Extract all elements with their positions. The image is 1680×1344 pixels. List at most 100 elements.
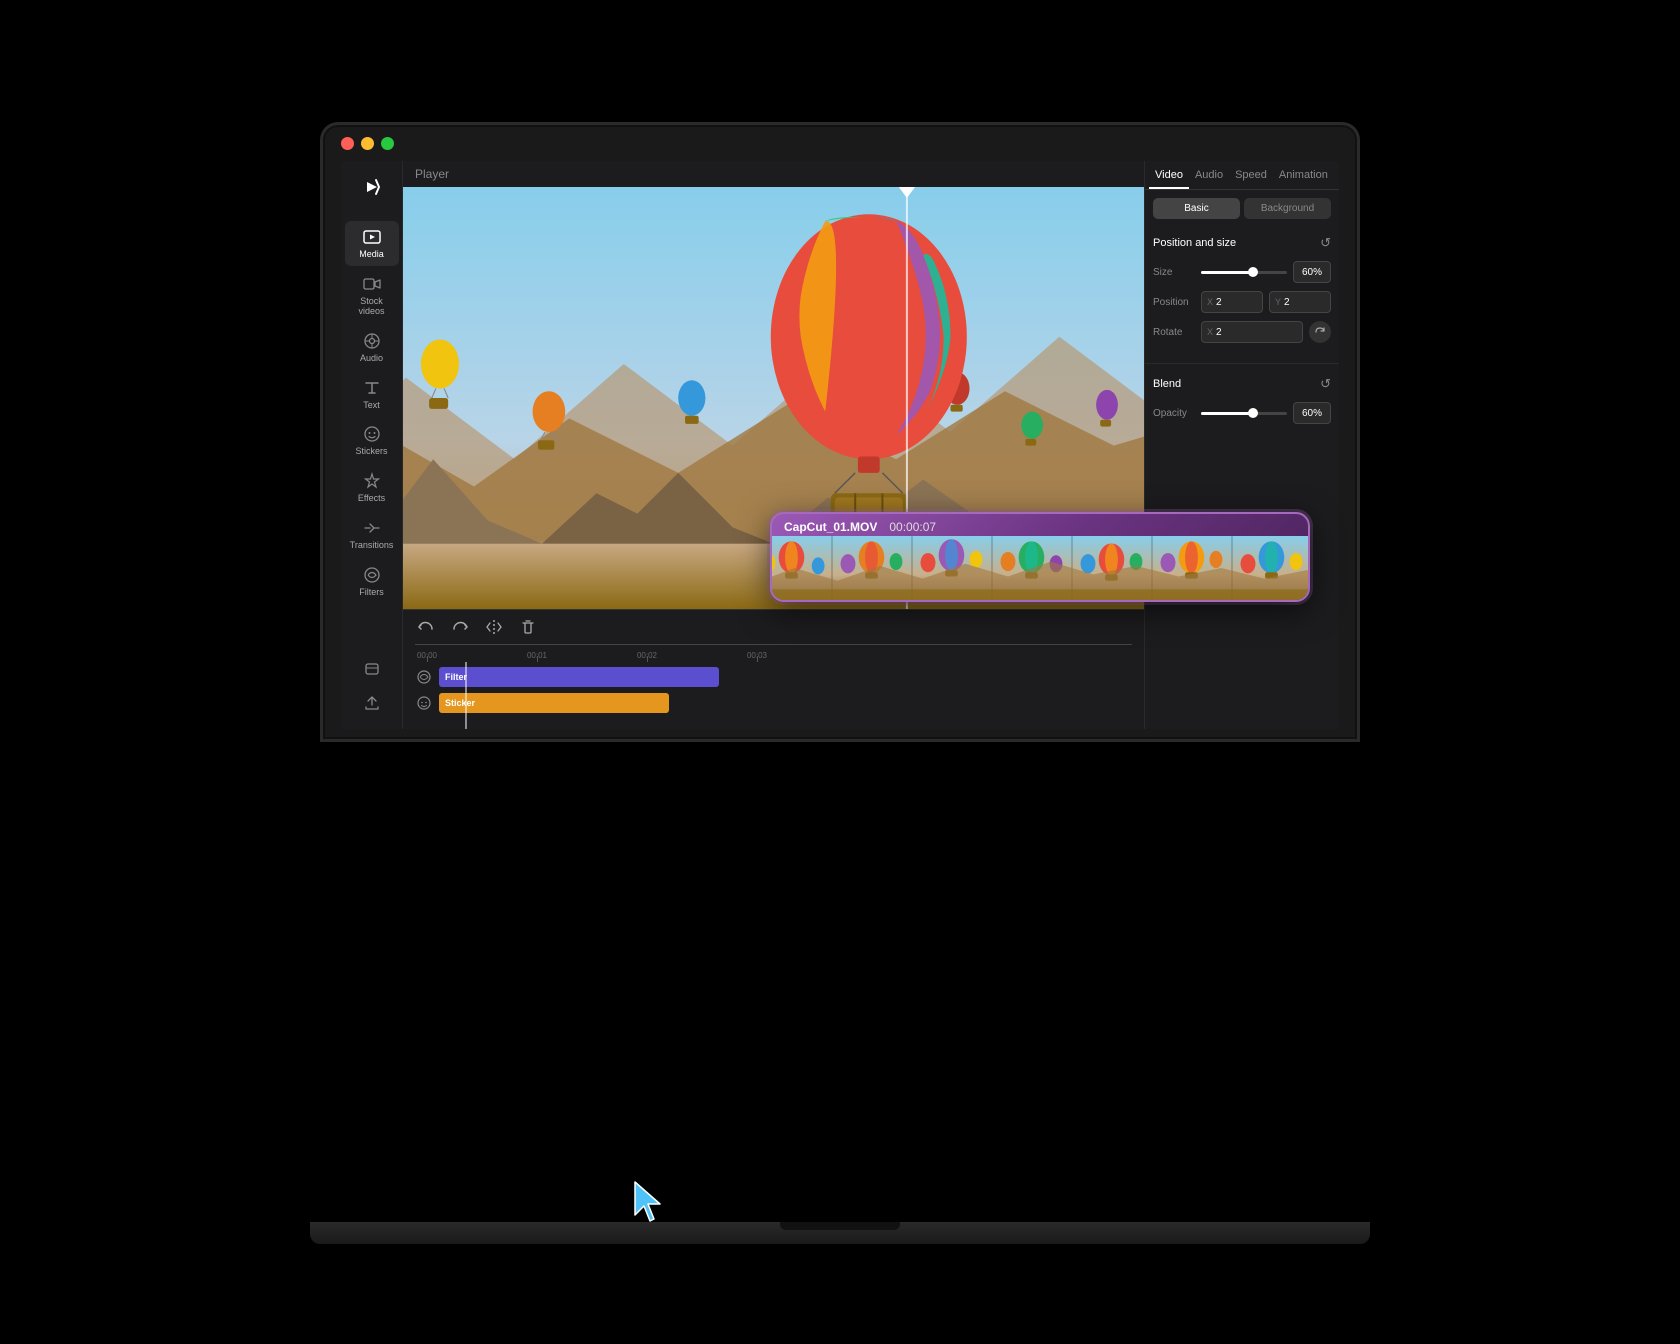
filter-track-icon — [415, 668, 433, 686]
close-button[interactable] — [341, 137, 354, 150]
settings-icon — [362, 659, 382, 679]
filter-label: Filter — [445, 672, 467, 682]
redo-button[interactable] — [449, 616, 471, 638]
opacity-label: Opacity — [1153, 408, 1195, 419]
panel-divider-1 — [1145, 363, 1339, 364]
sidebar-item-settings[interactable] — [345, 653, 399, 685]
sidebar-item-export[interactable] — [345, 687, 399, 719]
position-y-input[interactable]: Y 2 — [1269, 291, 1331, 313]
export-icon — [362, 693, 382, 713]
ft-timecode: 00:00:07 — [889, 520, 936, 534]
filters-icon — [362, 565, 382, 585]
subtab-basic-label: Basic — [1184, 203, 1208, 214]
subtab-background[interactable]: Background — [1244, 198, 1331, 219]
sticker-label: Sticker — [445, 698, 475, 708]
panel-subtabs: Basic Background — [1145, 190, 1339, 227]
sidebar-item-text[interactable]: Text — [345, 372, 399, 417]
position-x-input[interactable]: X 2 — [1201, 291, 1263, 313]
opacity-value[interactable]: 60% — [1293, 402, 1331, 424]
position-row: Position X 2 Y 2 — [1153, 291, 1331, 313]
minimize-button[interactable] — [361, 137, 374, 150]
filter-clip[interactable]: Filter — [439, 667, 719, 687]
undo-button[interactable] — [415, 616, 437, 638]
transitions-icon — [362, 518, 382, 538]
ft-header: CapCut_01.MOV 00:00:07 — [772, 514, 1308, 536]
timeline-tracks: Filter — [403, 662, 1144, 729]
tab-audio-label: Audio — [1195, 169, 1223, 181]
audio-label: Audio — [360, 354, 383, 364]
pos-y-label: Y — [1275, 297, 1281, 307]
timeline-area: 00:00 00:01 00:02 00:03 — [403, 609, 1144, 729]
tab-speed-label: Speed — [1235, 169, 1267, 181]
media-icon — [362, 227, 382, 247]
delete-button[interactable] — [517, 616, 539, 638]
player-header: Player — [403, 161, 1144, 187]
sticker-track-row: Sticker — [415, 692, 1132, 714]
maximize-button[interactable] — [381, 137, 394, 150]
timeline-ruler: 00:00 00:01 00:02 00:03 — [403, 644, 1144, 662]
sidebar-item-filters[interactable]: Filters — [345, 559, 399, 604]
rotate-label: Rotate — [1153, 327, 1195, 338]
filters-label: Filters — [359, 588, 384, 598]
tab-audio[interactable]: Audio — [1189, 161, 1229, 189]
laptop-notch — [780, 1222, 900, 1230]
effects-label: Effects — [358, 494, 385, 504]
position-size-reset[interactable]: ↺ — [1320, 235, 1331, 251]
laptop-wrapper: Media Stock videos — [290, 122, 1390, 1222]
sidebar: Media Stock videos — [341, 161, 403, 729]
sidebar-item-audio[interactable]: Audio — [345, 325, 399, 370]
stock-videos-icon — [362, 274, 382, 294]
sidebar-item-media[interactable]: Media — [345, 221, 399, 266]
sidebar-item-transitions[interactable]: Transitions — [345, 512, 399, 557]
rotate-x-label: X — [1207, 327, 1213, 337]
audio-icon — [362, 331, 382, 351]
traffic-lights — [341, 137, 394, 150]
tab-video-label: Video — [1155, 169, 1183, 181]
rotate-x-input[interactable]: X 2 — [1201, 321, 1303, 343]
sidebar-bottom — [345, 653, 399, 729]
rotate-x-value: 2 — [1216, 327, 1222, 338]
rotate-action-button[interactable] — [1309, 321, 1331, 343]
laptop-base — [310, 1222, 1370, 1244]
size-value[interactable]: 60% — [1293, 261, 1331, 283]
size-slider[interactable] — [1201, 271, 1287, 274]
ft-filename: CapCut_01.MOV — [784, 520, 877, 534]
right-panel: Video Audio Speed Animation Basic — [1144, 161, 1339, 729]
rotate-row: Rotate X 2 — [1153, 321, 1331, 343]
subtab-background-label: Background — [1261, 203, 1314, 214]
sticker-clip[interactable]: Sticker — [439, 693, 669, 713]
app-screen: Media Stock videos — [341, 161, 1339, 729]
subtab-basic[interactable]: Basic — [1153, 198, 1240, 219]
opacity-slider[interactable] — [1201, 412, 1287, 415]
player-label: Player — [415, 167, 449, 181]
pos-y-value: 2 — [1284, 297, 1290, 308]
pos-x-value: 2 — [1216, 297, 1222, 308]
panel-tabs: Video Audio Speed Animation — [1145, 161, 1339, 190]
tab-video[interactable]: Video — [1149, 161, 1189, 189]
effects-icon — [362, 471, 382, 491]
split-button[interactable] — [483, 616, 505, 638]
text-label: Text — [363, 401, 380, 411]
stickers-label: Stickers — [355, 447, 387, 457]
laptop-screen-bezel: Media Stock videos — [320, 122, 1360, 742]
ft-thumbnails — [772, 536, 1308, 600]
tab-animation[interactable]: Animation — [1273, 161, 1334, 189]
timeline-playhead — [465, 662, 467, 729]
floating-timeline: CapCut_01.MOV 00:00:07 — [770, 512, 1310, 602]
size-label: Size — [1153, 267, 1195, 278]
filter-track-row: Filter — [415, 666, 1132, 688]
blend-reset[interactable]: ↺ — [1320, 376, 1331, 392]
text-icon — [362, 378, 382, 398]
pos-x-label: X — [1207, 297, 1213, 307]
sidebar-item-stock-videos[interactable]: Stock videos — [345, 268, 399, 323]
stickers-icon — [362, 424, 382, 444]
sidebar-item-effects[interactable]: Effects — [345, 465, 399, 510]
blend-section: Blend ↺ Opacity 60% — [1145, 368, 1339, 440]
blend-label: Blend — [1153, 378, 1181, 390]
tab-speed[interactable]: Speed — [1229, 161, 1273, 189]
sidebar-item-stickers[interactable]: Stickers — [345, 418, 399, 463]
main-content: Player — [403, 161, 1144, 729]
media-label: Media — [359, 250, 384, 260]
position-size-title: Position and size ↺ — [1153, 235, 1331, 251]
timeline-toolbar — [403, 610, 1144, 644]
